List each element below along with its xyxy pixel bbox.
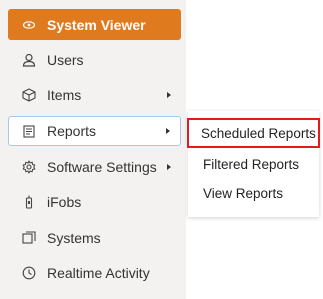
user-icon — [22, 53, 36, 67]
sidebar-item-software-settings[interactable]: Software Settings — [8, 152, 181, 182]
chevron-right-icon — [167, 164, 171, 170]
sidebar-item-system-viewer[interactable]: System Viewer — [8, 9, 181, 40]
reports-submenu: Scheduled Reports Filtered Reports View … — [187, 111, 320, 217]
sidebar-item-label: Reports — [47, 123, 97, 139]
sidebar-item-systems[interactable]: Systems — [8, 223, 181, 253]
sidebar-item-label: Users — [47, 52, 84, 68]
sidebar-nav: System Viewer Users Items Reports Softwa… — [0, 0, 186, 299]
sidebar-item-label: Items — [47, 87, 82, 103]
submenu-item-view-reports[interactable]: View Reports — [188, 178, 319, 208]
sidebar-item-label: Systems — [47, 230, 101, 246]
sidebar-item-label: System Viewer — [47, 16, 146, 33]
submenu-item-filtered-reports[interactable]: Filtered Reports — [188, 149, 319, 179]
gear-icon — [22, 160, 36, 174]
submenu-item-scheduled-reports[interactable]: Scheduled Reports — [187, 118, 320, 148]
sidebar-item-items[interactable]: Items — [8, 80, 181, 110]
clock-icon — [22, 266, 36, 280]
sidebar-item-users[interactable]: Users — [8, 45, 181, 75]
sidebar-item-ifobs[interactable]: iFobs — [8, 187, 181, 217]
sidebar-item-label: iFobs — [47, 194, 82, 210]
sidebar-item-label: Realtime Activity — [47, 265, 150, 281]
eye-icon — [22, 18, 36, 32]
sidebar-item-label: Software Settings — [47, 159, 157, 175]
systems-icon — [22, 231, 36, 245]
chevron-right-icon — [166, 128, 170, 134]
chevron-right-icon — [167, 92, 171, 98]
fob-icon — [22, 195, 36, 209]
report-icon — [22, 124, 36, 138]
sidebar-item-realtime-activity[interactable]: Realtime Activity — [8, 258, 181, 288]
sidebar-item-reports[interactable]: Reports — [8, 116, 181, 146]
box-icon — [22, 88, 36, 102]
